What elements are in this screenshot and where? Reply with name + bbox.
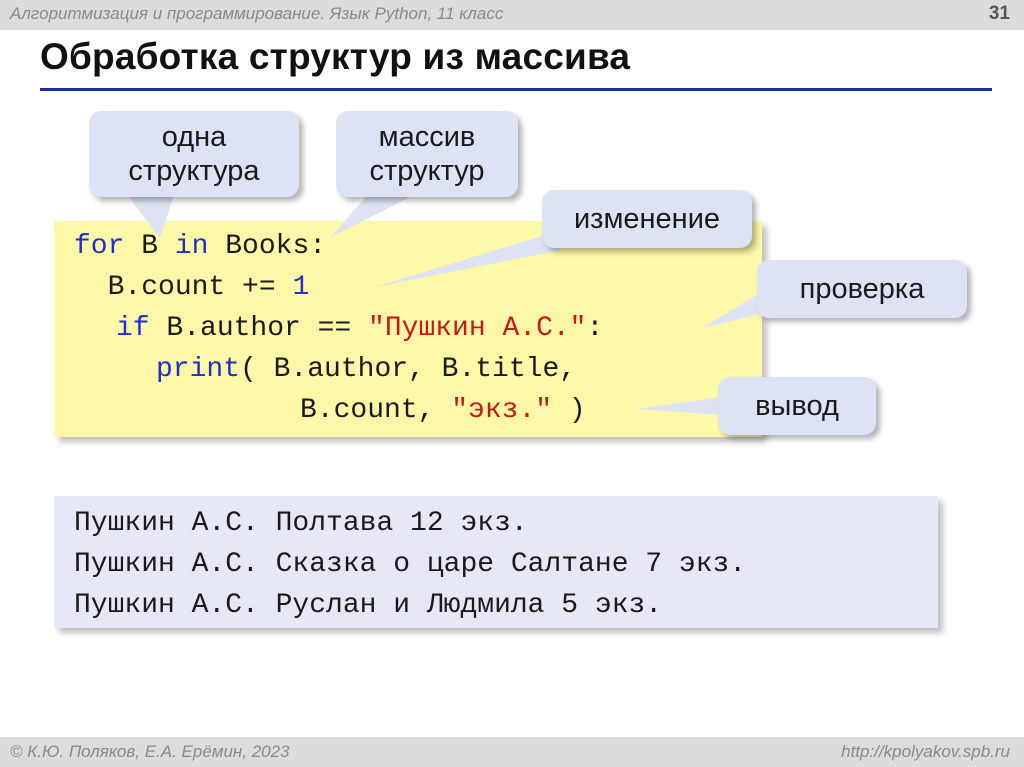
keyword-if: if (116, 313, 150, 344)
program-output: Пушкин А.С. Полтава 12 экз. Пушкин А.С. … (54, 496, 938, 628)
keyword-in: in (174, 231, 209, 262)
code-text: ( B.author, B.title, (240, 354, 577, 385)
code-text-end: : (586, 313, 604, 344)
course-subject: Алгоритмизация и программирование. Язык … (10, 4, 504, 23)
code-text: B.author == (149, 313, 369, 344)
callout-output: вывод (718, 377, 876, 435)
callout-text: изменение (573, 203, 721, 235)
code-number: 1 (292, 272, 310, 303)
code-var: B (124, 231, 175, 262)
code-text: Books: (208, 231, 327, 262)
output-line: Пушкин А.С. Руслан и Людмила 5 экз. (74, 590, 663, 621)
code-text: B.count += (74, 272, 293, 303)
code-string: "Пушкин А.С." (368, 313, 587, 344)
slide-title: Обработка структур из массива (40, 36, 631, 77)
callout-array-structures: массив структур (336, 111, 518, 197)
code-text-end: ) (552, 395, 586, 426)
title-underline (40, 88, 992, 91)
function-print: print (156, 354, 241, 385)
callout-one-structure: одна структура (89, 111, 299, 197)
code-line-2: B.count += 1 (74, 272, 310, 304)
callout-text: структур (369, 155, 485, 187)
footer-bar: © К.Ю. Поляков, Е.А. Ерёмин, 2023 http:/… (0, 737, 1024, 767)
callout-check: проверка (757, 260, 967, 318)
keyword-for: for (74, 231, 125, 262)
code-string: "экз." (451, 395, 553, 426)
callout-text: одна (161, 121, 227, 153)
callout-text: массив (378, 121, 476, 153)
slide-number: 31 (988, 3, 1010, 24)
output-line: Пушкин А.С. Сказка о царе Салтане 7 экз. (74, 549, 747, 580)
output-line: Пушкин А.С. Полтава 12 экз. (74, 508, 528, 539)
code-line-3: if B.author == "Пушкин А.С.": (116, 313, 603, 345)
copyright-text: © К.Ю. Поляков, Е.А. Ерёмин, 2023 (10, 742, 290, 761)
code-line-1: for B in Books: (74, 231, 326, 263)
callout-text: структура (128, 155, 260, 187)
code-text: B.count, (300, 395, 452, 426)
callout-text: проверка (799, 273, 925, 305)
header-bar: Алгоритмизация и программирование. Язык … (0, 0, 1024, 30)
callout-text: вывод (755, 390, 839, 422)
code-line-4: print( B.author, B.title, (156, 354, 576, 386)
site-url: http://kpolyakov.spb.ru (841, 742, 1010, 761)
code-line-5: B.count, "экз." ) (300, 395, 586, 427)
code-block: for B in Books: B.count += 1 if B.author… (54, 221, 762, 437)
callout-change: изменение (542, 190, 752, 248)
